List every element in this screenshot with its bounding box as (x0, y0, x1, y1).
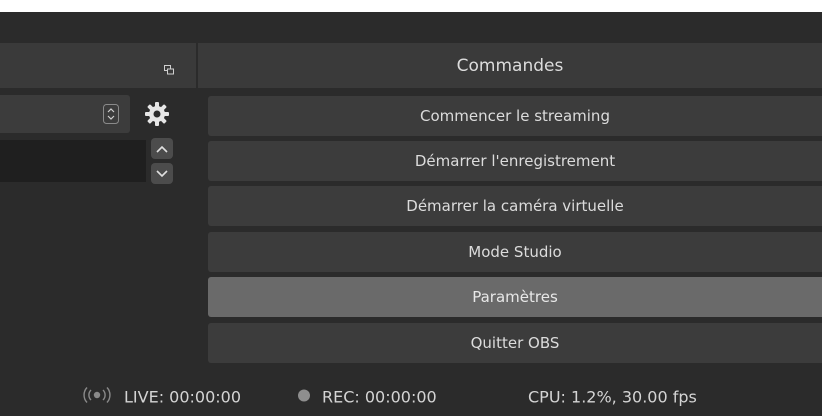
spin-up-icon[interactable] (151, 138, 173, 159)
controls-dock-title: Commandes (198, 43, 822, 88)
cpu-fps-status: CPU: 1.2%, 30.00 fps (528, 387, 697, 407)
exit-obs-button[interactable]: Quitter OBS (208, 323, 822, 363)
settings-button[interactable]: Paramètres (208, 277, 822, 317)
rec-timer: REC: 00:00:00 (322, 387, 437, 407)
transition-duration-field[interactable] (0, 140, 146, 182)
gear-icon[interactable] (140, 97, 174, 131)
window-top-edge (0, 0, 822, 12)
start-recording-button[interactable]: Démarrer l'enregistrement (208, 141, 822, 181)
start-virtual-camera-button[interactable]: Démarrer la caméra virtuelle (208, 186, 822, 226)
record-dot-icon (297, 388, 311, 407)
spin-down-icon[interactable] (151, 163, 173, 184)
dock-area-top (0, 12, 822, 43)
float-dock-icon[interactable] (164, 60, 174, 75)
studio-mode-button[interactable]: Mode Studio (208, 232, 822, 272)
live-broadcast-icon (78, 386, 116, 408)
combo-arrows-icon[interactable] (96, 99, 126, 129)
start-streaming-button[interactable]: Commencer le streaming (208, 96, 822, 136)
live-timer: LIVE: 00:00:00 (124, 387, 242, 407)
duration-spinner (150, 138, 174, 184)
